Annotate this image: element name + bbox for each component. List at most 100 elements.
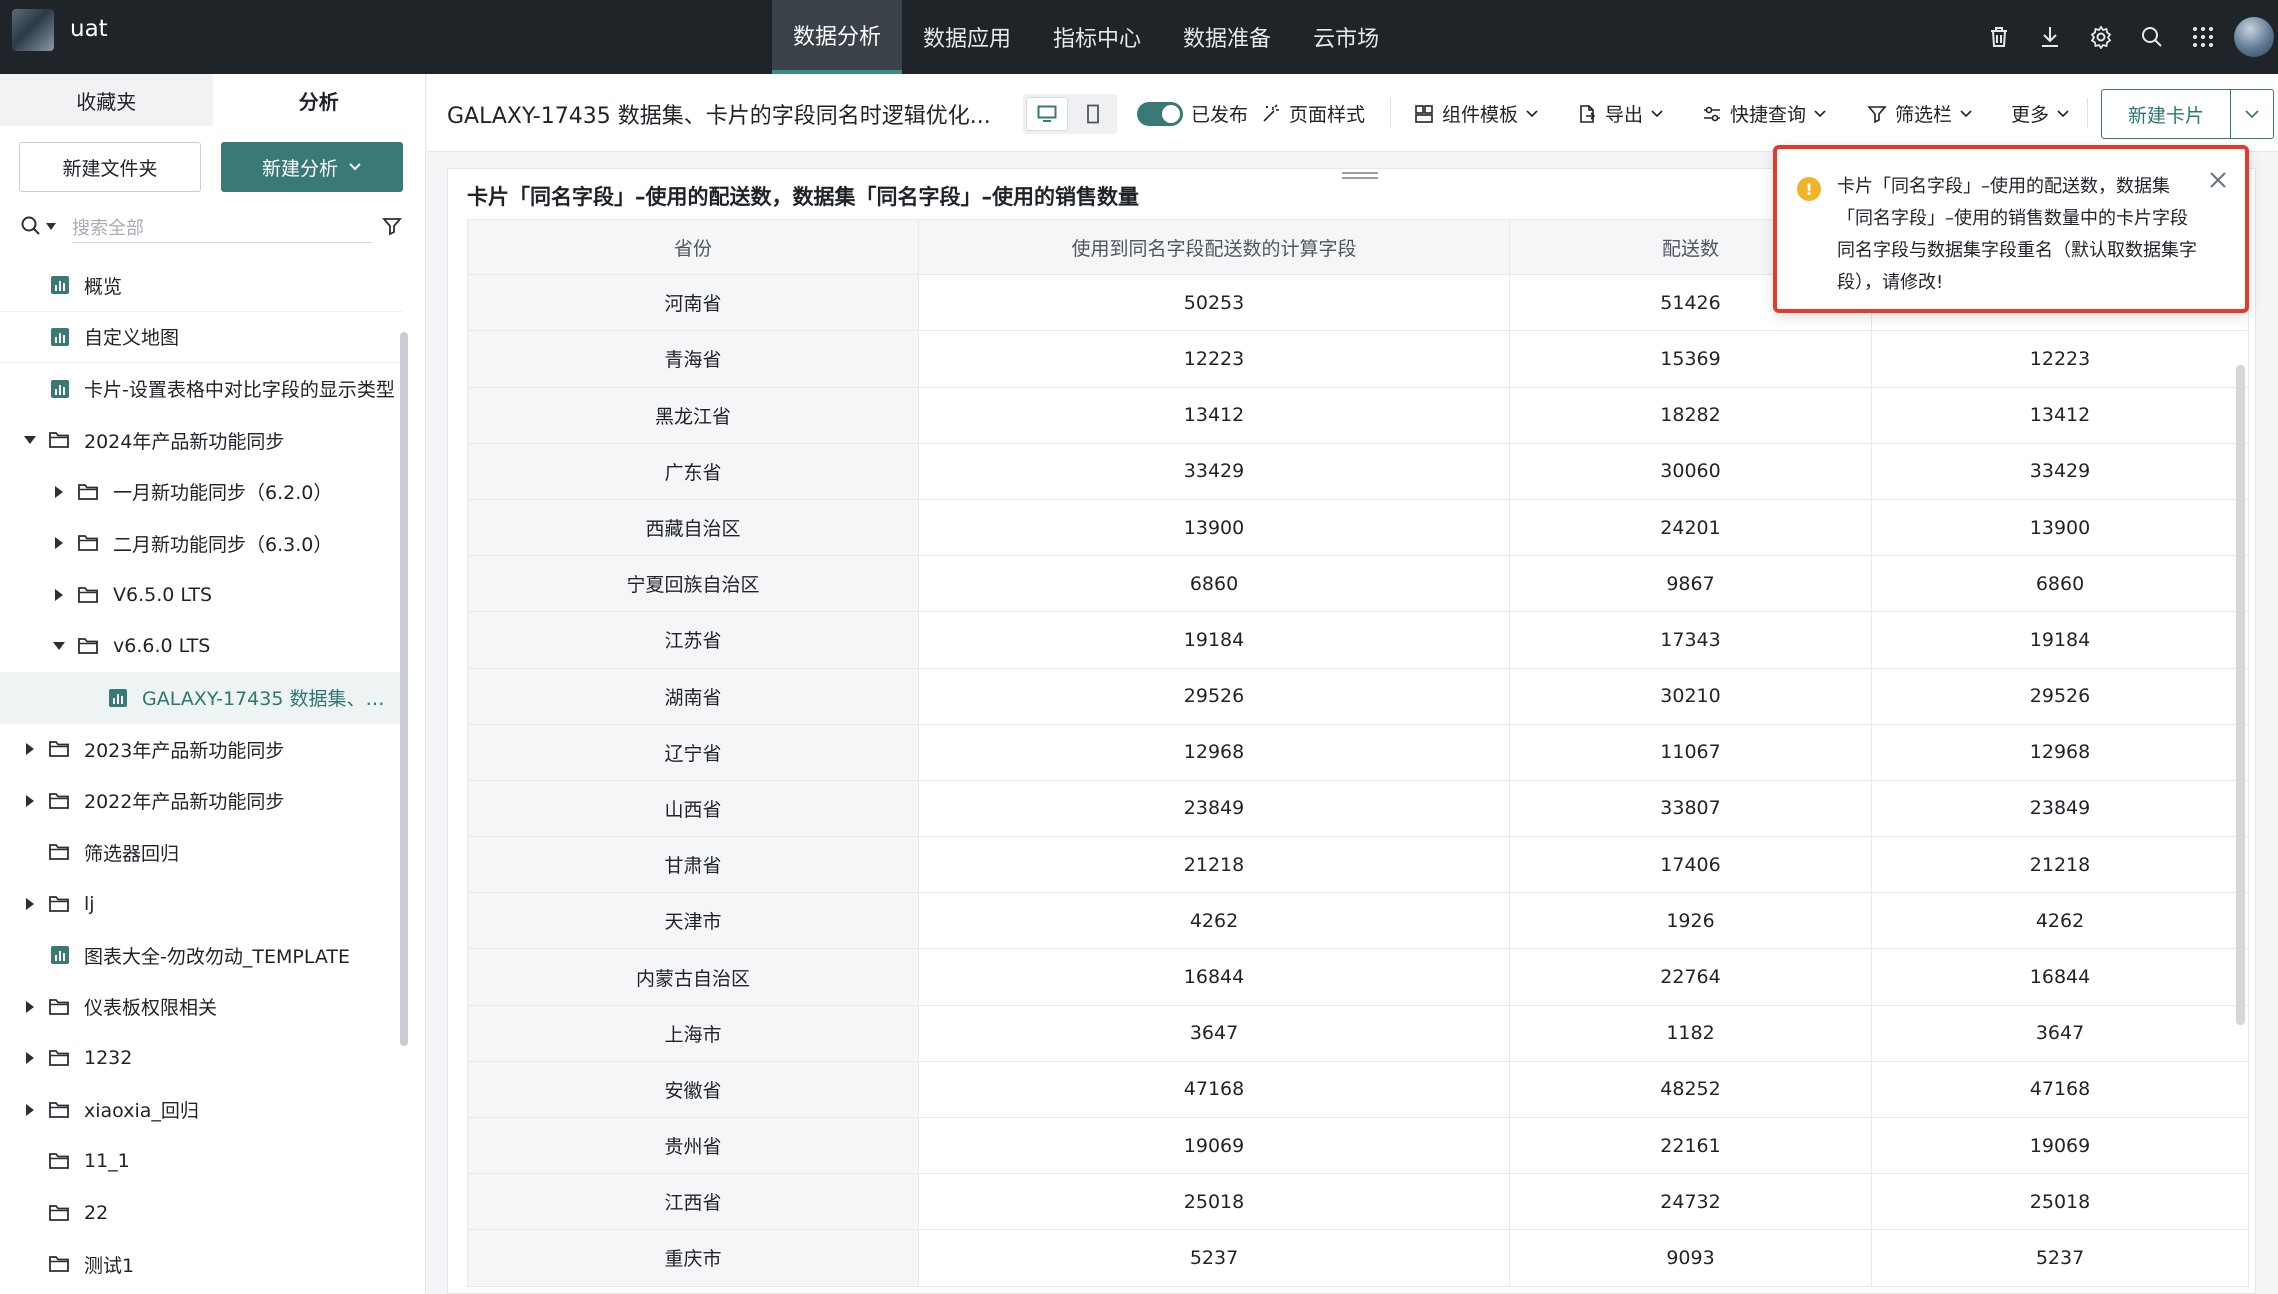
tab-favorites[interactable]: 收藏夹 bbox=[0, 74, 213, 126]
table-cell[interactable]: 甘肃省 bbox=[467, 837, 919, 893]
table-cell[interactable]: 33807 bbox=[1510, 780, 1872, 837]
table-cell[interactable]: 黑龙江省 bbox=[467, 387, 919, 443]
table-cell[interactable]: 12223 bbox=[1872, 331, 2249, 387]
caret-right-icon[interactable] bbox=[26, 897, 34, 910]
table-cell[interactable]: 21218 bbox=[1872, 837, 2249, 893]
table-cell[interactable]: 22161 bbox=[1510, 1118, 1872, 1174]
table-cell[interactable]: 青海省 bbox=[467, 331, 919, 387]
table-cell[interactable]: 4262 bbox=[1872, 893, 2249, 949]
table-cell[interactable]: 12968 bbox=[919, 724, 1510, 780]
search-icon[interactable] bbox=[2126, 0, 2177, 74]
table-cell[interactable]: 25018 bbox=[919, 1174, 1510, 1230]
search-scope-chevron-icon[interactable] bbox=[46, 223, 56, 230]
tree-dashboard[interactable]: 自定义地图 bbox=[0, 312, 402, 363]
table-cell[interactable]: 18282 bbox=[1510, 387, 1872, 443]
new-folder-button[interactable]: 新建文件夹 bbox=[19, 142, 201, 192]
tree-folder[interactable]: V6.5.0 LTS bbox=[0, 569, 402, 621]
tree-folder[interactable]: 2022年产品新功能同步 bbox=[0, 775, 402, 827]
table-cell[interactable]: 21218 bbox=[919, 837, 1510, 893]
caret-right-icon[interactable] bbox=[26, 1000, 34, 1013]
trash-icon[interactable] bbox=[1973, 0, 2024, 74]
table-cell[interactable]: 19184 bbox=[1872, 612, 2249, 668]
user-avatar[interactable] bbox=[2234, 17, 2274, 57]
table-cell[interactable]: 河南省 bbox=[467, 275, 919, 331]
table-cell[interactable]: 山西省 bbox=[467, 780, 919, 837]
nav-data-preparation[interactable]: 数据准备 bbox=[1162, 0, 1292, 74]
nav-data-application[interactable]: 数据应用 bbox=[902, 0, 1032, 74]
table-cell[interactable]: 6860 bbox=[919, 556, 1510, 612]
export-button[interactable]: 导出 bbox=[1577, 100, 1663, 127]
table-cell[interactable]: 贵州省 bbox=[467, 1118, 919, 1174]
tree-folder[interactable]: 二月新功能同步（6.3.0） bbox=[0, 518, 402, 570]
caret-right-icon[interactable] bbox=[26, 743, 34, 756]
table-cell[interactable]: 5237 bbox=[1872, 1230, 2249, 1286]
table-cell[interactable]: 25018 bbox=[1872, 1174, 2249, 1230]
gear-icon[interactable] bbox=[2075, 0, 2126, 74]
quick-query-button[interactable]: 快捷查询 bbox=[1702, 100, 1826, 127]
table-cell[interactable]: 13412 bbox=[919, 387, 1510, 443]
table-cell[interactable]: 23849 bbox=[1872, 780, 2249, 837]
table-cell[interactable]: 15369 bbox=[1510, 331, 1872, 387]
tree-folder[interactable]: 1232 bbox=[0, 1033, 402, 1085]
component-template-button[interactable]: 组件模板 bbox=[1414, 100, 1538, 127]
table-scrollbar[interactable] bbox=[2236, 365, 2245, 1025]
table-cell[interactable]: 16844 bbox=[1872, 949, 2249, 1005]
tree-dashboard[interactable]: GALAXY-17435 数据集、卡片的字段同名时逻辑优化 bbox=[0, 672, 402, 724]
table-cell[interactable]: 24732 bbox=[1510, 1174, 1872, 1230]
table-cell[interactable]: 17343 bbox=[1510, 612, 1872, 668]
table-cell[interactable]: 江西省 bbox=[467, 1174, 919, 1230]
table-cell[interactable]: 13900 bbox=[1872, 499, 2249, 556]
table-cell[interactable]: 33429 bbox=[919, 443, 1510, 499]
column-header-calculated-field[interactable]: 使用到同名字段配送数的计算字段 bbox=[919, 220, 1510, 275]
tree-folder[interactable]: 22 bbox=[0, 1187, 402, 1239]
table-cell[interactable]: 6860 bbox=[1872, 556, 2249, 612]
sidebar-search[interactable]: 搜索全部 bbox=[16, 206, 402, 246]
caret-down-icon[interactable] bbox=[53, 642, 65, 651]
table-cell[interactable]: 11067 bbox=[1510, 724, 1872, 780]
table-cell[interactable]: 3647 bbox=[919, 1005, 1510, 1061]
table-cell[interactable]: 9093 bbox=[1510, 1230, 1872, 1286]
download-icon[interactable] bbox=[2024, 0, 2075, 74]
new-card-dropdown-button[interactable] bbox=[2230, 89, 2274, 139]
new-analysis-button[interactable]: 新建分析 bbox=[221, 142, 403, 192]
table-cell[interactable]: 安徽省 bbox=[467, 1061, 919, 1117]
tree-folder[interactable]: 11_1 bbox=[0, 1136, 402, 1188]
page-style-button[interactable]: 页面样式 bbox=[1261, 100, 1365, 127]
tree-folder[interactable]: lj bbox=[0, 878, 402, 930]
table-cell[interactable]: 17406 bbox=[1510, 837, 1872, 893]
app-name[interactable]: uat bbox=[70, 16, 108, 42]
table-cell[interactable]: 12223 bbox=[919, 331, 1510, 387]
table-cell[interactable]: 29526 bbox=[1872, 668, 2249, 724]
table-cell[interactable]: 上海市 bbox=[467, 1005, 919, 1061]
desktop-view-button[interactable] bbox=[1026, 97, 1068, 131]
table-cell[interactable]: 22764 bbox=[1510, 949, 1872, 1005]
table-cell[interactable]: 47168 bbox=[1872, 1061, 2249, 1117]
caret-right-icon[interactable] bbox=[55, 537, 63, 550]
table-cell[interactable]: 23849 bbox=[919, 780, 1510, 837]
table-cell[interactable]: 24201 bbox=[1510, 499, 1872, 556]
apps-grid-icon[interactable] bbox=[2177, 0, 2228, 74]
filter-icon[interactable] bbox=[382, 216, 402, 236]
table-cell[interactable]: 12968 bbox=[1872, 724, 2249, 780]
table-cell[interactable]: 天津市 bbox=[467, 893, 919, 949]
table-cell[interactable]: 1926 bbox=[1510, 893, 1872, 949]
table-cell[interactable]: 30210 bbox=[1510, 668, 1872, 724]
table-cell[interactable]: 47168 bbox=[919, 1061, 1510, 1117]
table-cell[interactable]: 3647 bbox=[1872, 1005, 2249, 1061]
table-cell[interactable]: 16844 bbox=[919, 949, 1510, 1005]
table-cell[interactable]: 江苏省 bbox=[467, 612, 919, 668]
tree-folder[interactable]: 2024年产品新功能同步 bbox=[0, 415, 402, 467]
table-cell[interactable]: 湖南省 bbox=[467, 668, 919, 724]
table-cell[interactable]: 13412 bbox=[1872, 387, 2249, 443]
tree-folder[interactable]: 一月新功能同步（6.2.0） bbox=[0, 466, 402, 518]
search-input[interactable]: 搜索全部 bbox=[72, 214, 144, 240]
filter-bar-button[interactable]: 筛选栏 bbox=[1867, 100, 1972, 127]
table-cell[interactable]: 4262 bbox=[919, 893, 1510, 949]
tree-folder[interactable]: v6.6.0 LTS bbox=[0, 621, 402, 673]
tab-analysis[interactable]: 分析 bbox=[212, 74, 425, 126]
table-cell[interactable]: 33429 bbox=[1872, 443, 2249, 499]
tree-dashboard[interactable]: 卡片-设置表格中对比字段的显示类型 bbox=[0, 363, 402, 415]
caret-right-icon[interactable] bbox=[26, 1052, 34, 1065]
table-cell[interactable]: 19184 bbox=[919, 612, 1510, 668]
close-icon[interactable] bbox=[2207, 169, 2229, 191]
